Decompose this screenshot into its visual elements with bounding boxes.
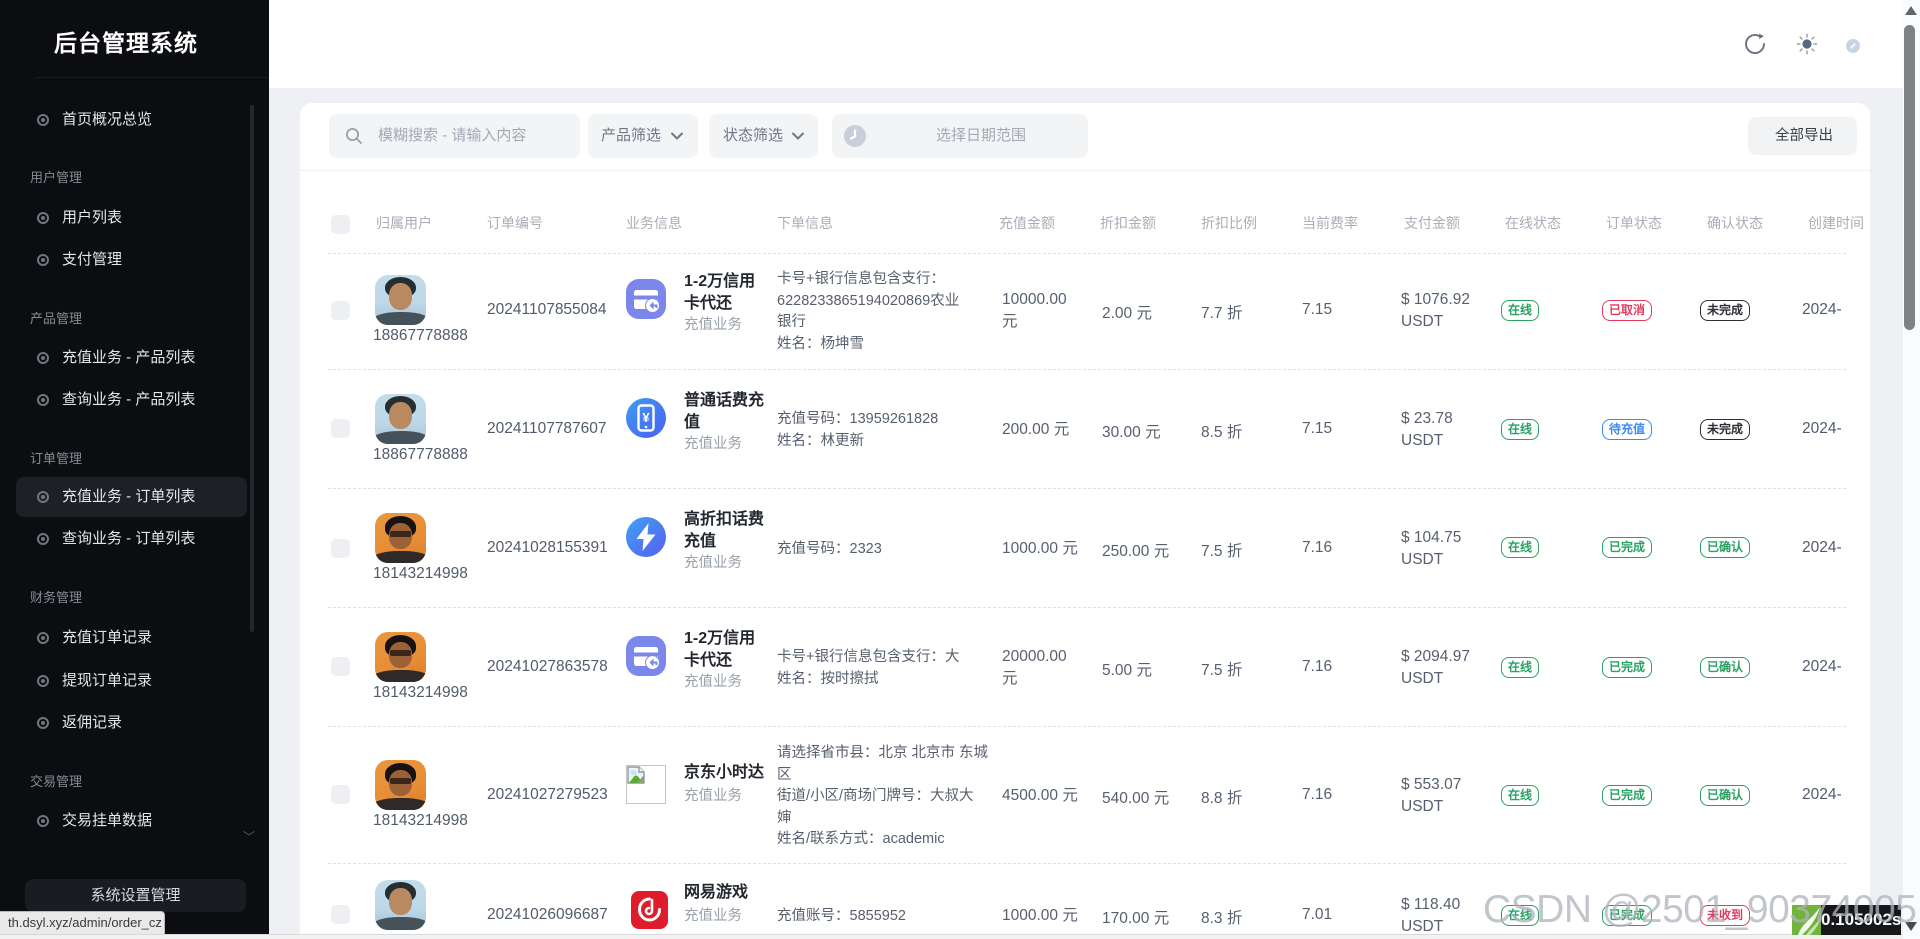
svg-text:¥: ¥ [642,410,650,425]
